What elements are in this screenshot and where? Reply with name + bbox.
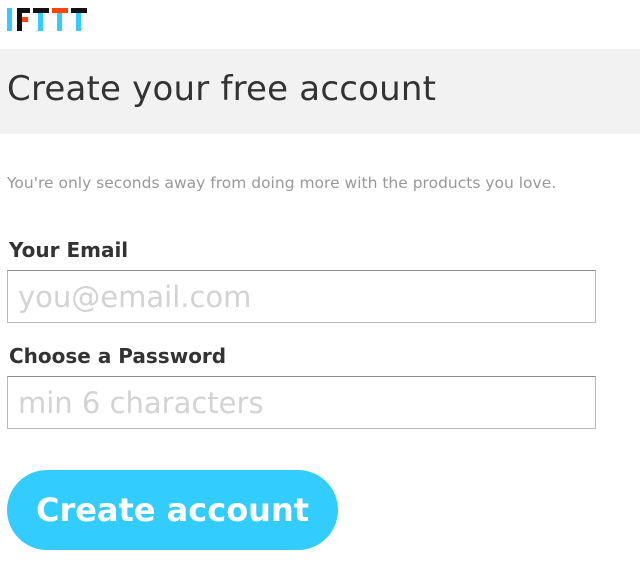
- create-account-button[interactable]: Create account: [7, 470, 338, 550]
- page-title: Create your free account: [7, 69, 437, 109]
- email-field[interactable]: [7, 270, 596, 323]
- email-label: Your Email: [9, 238, 129, 262]
- ifttt-logo[interactable]: [7, 8, 89, 31]
- password-field[interactable]: [7, 376, 596, 429]
- password-label: Choose a Password: [9, 344, 227, 368]
- page-subtitle: You're only seconds away from doing more…: [7, 174, 557, 192]
